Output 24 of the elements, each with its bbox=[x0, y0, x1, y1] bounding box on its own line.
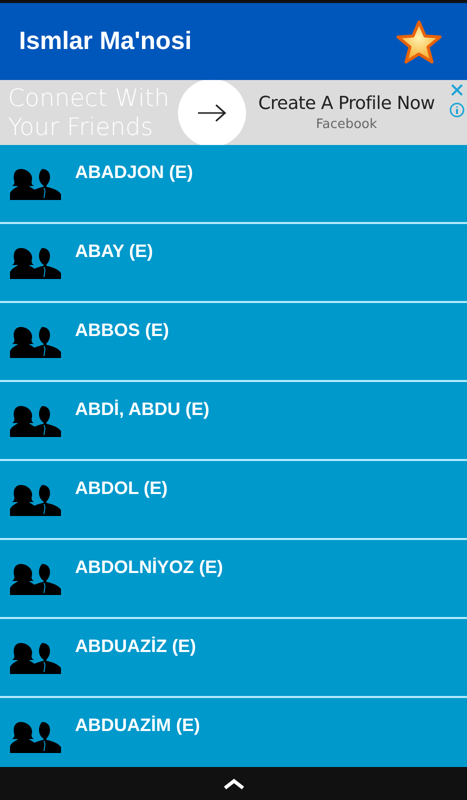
people-icon bbox=[9, 404, 62, 437]
name-label[interactable]: ABDUAZİM (E) bbox=[75, 715, 200, 736]
star-icon[interactable] bbox=[396, 20, 442, 64]
name-label[interactable]: ABADJON (E) bbox=[75, 162, 194, 183]
people-icon bbox=[9, 562, 62, 595]
name-label[interactable]: ABAY (E) bbox=[75, 241, 154, 262]
people-icon bbox=[9, 167, 62, 200]
people-icon bbox=[9, 246, 62, 279]
chevron-up-icon[interactable] bbox=[222, 778, 244, 790]
people-icon bbox=[9, 641, 62, 674]
ad-advertiser: Facebook bbox=[316, 117, 378, 132]
info-icon[interactable] bbox=[449, 102, 465, 118]
name-label[interactable]: ABDİ, ABDU (E) bbox=[75, 399, 210, 420]
people-icon bbox=[9, 720, 62, 753]
name-label[interactable]: ABDUAZİZ (E) bbox=[75, 636, 196, 657]
name-label[interactable]: ABDOLNİYOZ (E) bbox=[75, 557, 223, 578]
ad-cta[interactable]: Create A Profile Now bbox=[258, 93, 435, 114]
people-icon bbox=[9, 483, 62, 516]
name-label[interactable]: ABBOS (E) bbox=[75, 320, 169, 341]
close-icon[interactable] bbox=[449, 82, 465, 98]
arrow-icon bbox=[196, 102, 228, 122]
people-icon bbox=[9, 325, 62, 358]
app-title: Ismlar Ma'nosi bbox=[19, 27, 192, 56]
name-label[interactable]: ABDOL (E) bbox=[75, 478, 168, 499]
